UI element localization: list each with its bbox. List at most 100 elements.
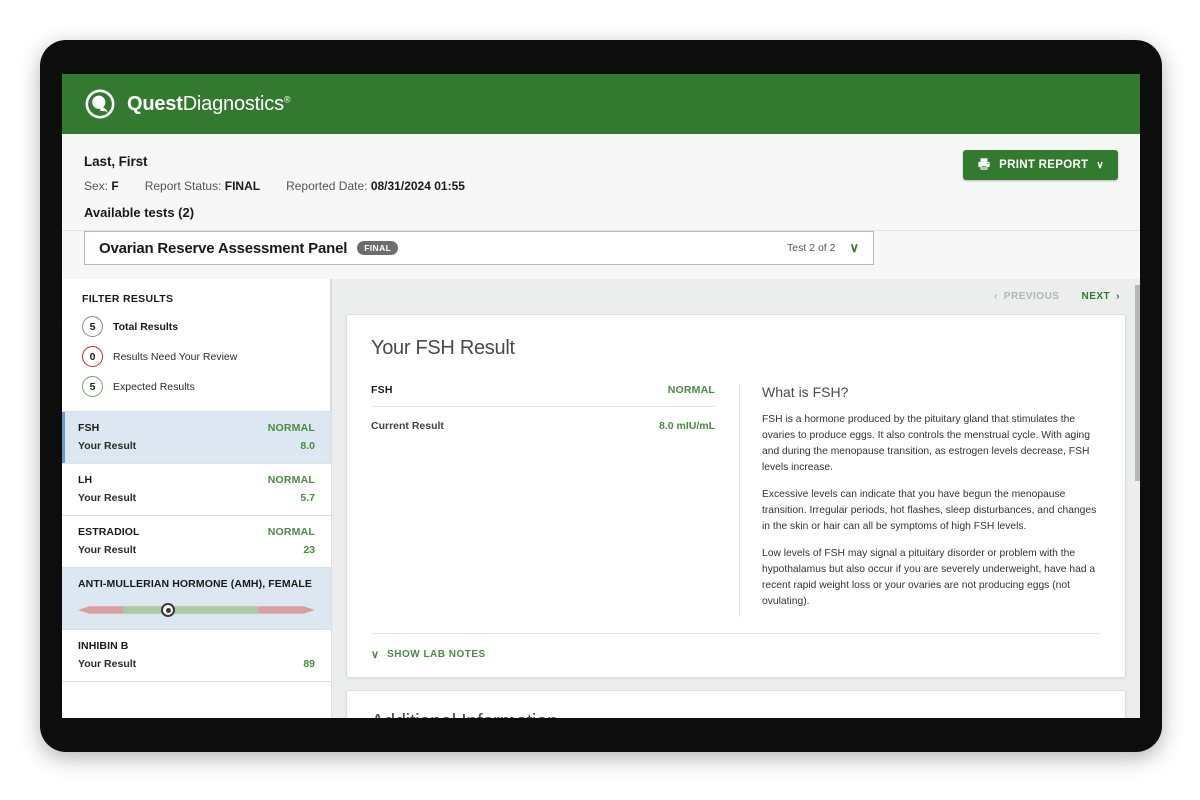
reported-date-value: 08/31/2024 01:55 <box>371 179 465 193</box>
result-list-item-fsh[interactable]: FSH NORMAL Your Result 8.0 <box>62 412 331 464</box>
print-report-button[interactable]: PRINT REPORT ∨ <box>963 150 1118 180</box>
filter-count-badge: 0 <box>82 346 103 367</box>
result-status: NORMAL <box>268 422 315 434</box>
additional-information-pager: 1 of 5 ‹ | › <box>1036 716 1101 718</box>
result-name: FSH <box>78 422 99 434</box>
test-status-badge: FINAL <box>357 241 398 256</box>
show-lab-notes-toggle[interactable]: ∨ SHOW LAB NOTES <box>371 633 1101 677</box>
filter-item-label: Expected Results <box>113 381 195 393</box>
result-name: ESTRADIOL <box>78 526 140 538</box>
gauge-marker-icon <box>161 603 175 617</box>
info-paragraph: Excessive levels can indicate that you h… <box>762 487 1101 535</box>
patient-sex-label: Sex: <box>84 179 108 193</box>
device-bezel: QuestDiagnostics® Last, First Sex: F Rep… <box>40 40 1162 752</box>
current-result-label: Current Result <box>371 420 444 432</box>
test-selector-row: Ovarian Reserve Assessment Panel FINAL T… <box>62 231 1140 279</box>
report-status: Report Status: FINAL <box>145 179 260 193</box>
test-selector[interactable]: Ovarian Reserve Assessment Panel FINAL T… <box>84 231 874 265</box>
result-values-panel: FSH NORMAL Current Result 8.0 mIU/mL <box>371 384 739 617</box>
brand-wordmark: QuestDiagnostics® <box>127 93 290 116</box>
result-detail-card: Your FSH Result FSH NORMAL Current Resul… <box>346 314 1126 678</box>
patient-sex-value: F <box>111 179 118 193</box>
result-status: NORMAL <box>268 474 315 486</box>
result-list-item-estradiol[interactable]: ESTRADIOL NORMAL Your Result 23 <box>62 516 331 568</box>
chevron-left-icon: ‹ <box>994 291 998 302</box>
report-status-label: Report Status: <box>145 179 222 193</box>
amh-gauge <box>78 602 315 618</box>
next-label: NEXT <box>1081 291 1110 302</box>
active-filter-pointer-icon <box>62 317 63 335</box>
additional-information-header: Additional Information 1 of 5 ‹ | › <box>347 691 1125 718</box>
chevron-down-icon: ∨ <box>371 648 379 661</box>
status-badge: NORMAL <box>668 384 715 396</box>
result-list-item-inhibin-b[interactable]: INHIBIN B Your Result 89 <box>62 630 331 682</box>
result-status: NORMAL <box>268 526 315 538</box>
previous-result-button[interactable]: ‹ PREVIOUS <box>994 291 1060 302</box>
result-subline: Your Result 8.0 <box>78 440 315 452</box>
patient-sex: Sex: F <box>84 179 119 193</box>
result-value: 8.0 <box>300 440 315 452</box>
filter-item-needs-review[interactable]: 0 Results Need Your Review <box>82 346 314 367</box>
result-name: LH <box>78 474 92 486</box>
chevron-right-icon: › <box>1116 291 1120 302</box>
filter-count-badge: 5 <box>82 316 103 337</box>
analyte-name: FSH <box>371 384 393 396</box>
result-subline: Your Result 23 <box>78 544 315 556</box>
result-list-item-lh[interactable]: LH NORMAL Your Result 5.7 <box>62 464 331 516</box>
result-subline: Your Result 89 <box>78 658 315 670</box>
chevron-right-icon[interactable]: › <box>1097 716 1101 718</box>
print-report-label: PRINT REPORT <box>999 159 1088 171</box>
results-sidebar: FILTER RESULTS 5 Total Results 0 Results… <box>62 279 332 718</box>
result-value: 89 <box>303 658 315 670</box>
brand-trademark: ® <box>284 94 290 104</box>
test-counter: Test 2 of 2 <box>787 242 835 254</box>
result-sublabel: Your Result <box>78 544 136 556</box>
result-name: ANTI-MULLERIAN HORMONE (AMH), FEMALE <box>78 578 312 590</box>
result-line: ANTI-MULLERIAN HORMONE (AMH), FEMALE <box>78 578 315 590</box>
patient-info-band: Last, First Sex: F Report Status: FINAL … <box>62 134 1140 231</box>
result-line: FSH NORMAL <box>78 422 315 434</box>
next-result-button[interactable]: NEXT › <box>1081 291 1120 302</box>
report-status-value: FINAL <box>225 179 260 193</box>
result-analyte-header: FSH NORMAL <box>371 384 715 407</box>
vertical-scrollbar[interactable] <box>1135 279 1140 718</box>
current-result-value: 8.0 mIU/mL <box>659 420 715 432</box>
quest-swirl-logo-icon <box>84 88 116 120</box>
content-split: FILTER RESULTS 5 Total Results 0 Results… <box>62 279 1140 718</box>
chevron-left-icon[interactable]: ‹ <box>1070 716 1074 718</box>
result-line: INHIBIN B <box>78 640 315 652</box>
filter-results-title: FILTER RESULTS <box>82 293 314 305</box>
result-sublabel: Your Result <box>78 658 136 670</box>
result-line: LH NORMAL <box>78 474 315 486</box>
chevron-down-icon[interactable]: ∨ <box>849 240 859 256</box>
result-list-item-amh[interactable]: ANTI-MULLERIAN HORMONE (AMH), FEMALE <box>62 568 331 630</box>
test-title: Ovarian Reserve Assessment Panel <box>99 240 347 257</box>
filter-item-expected-results[interactable]: 5 Expected Results <box>82 376 314 397</box>
filter-item-label: Results Need Your Review <box>113 351 237 363</box>
pager-divider: | <box>1084 717 1087 718</box>
filter-results-card: FILTER RESULTS 5 Total Results 0 Results… <box>62 279 331 412</box>
chevron-down-icon: ∨ <box>1096 160 1104 171</box>
result-value: 23 <box>303 544 315 556</box>
filter-item-total-results[interactable]: 5 Total Results <box>82 316 314 337</box>
filter-item-label: Total Results <box>113 321 178 333</box>
filter-count-badge: 5 <box>82 376 103 397</box>
previous-label: PREVIOUS <box>1004 291 1060 302</box>
reported-date: Reported Date: 08/31/2024 01:55 <box>286 179 465 193</box>
gauge-track-icon <box>78 602 315 618</box>
available-tests-heading: Available tests (2) <box>84 205 1118 220</box>
result-body: FSH NORMAL Current Result 8.0 mIU/mL Wha… <box>347 360 1125 617</box>
reported-date-label: Reported Date: <box>286 179 367 193</box>
result-sublabel: Your Result <box>78 440 136 452</box>
pager-count: 1 of 5 <box>1036 717 1060 718</box>
app-screen: QuestDiagnostics® Last, First Sex: F Rep… <box>62 74 1140 718</box>
scrollbar-thumb[interactable] <box>1135 285 1140 481</box>
info-title: What is FSH? <box>762 384 1101 400</box>
result-subline: Your Result 5.7 <box>78 492 315 504</box>
page-title: Your FSH Result <box>347 315 1125 360</box>
additional-information-title: Additional Information <box>371 711 558 718</box>
result-line: ESTRADIOL NORMAL <box>78 526 315 538</box>
test-selector-controls: Test 2 of 2 ∨ <box>787 240 859 256</box>
result-sublabel: Your Result <box>78 492 136 504</box>
show-lab-notes-label: SHOW LAB NOTES <box>387 649 486 660</box>
